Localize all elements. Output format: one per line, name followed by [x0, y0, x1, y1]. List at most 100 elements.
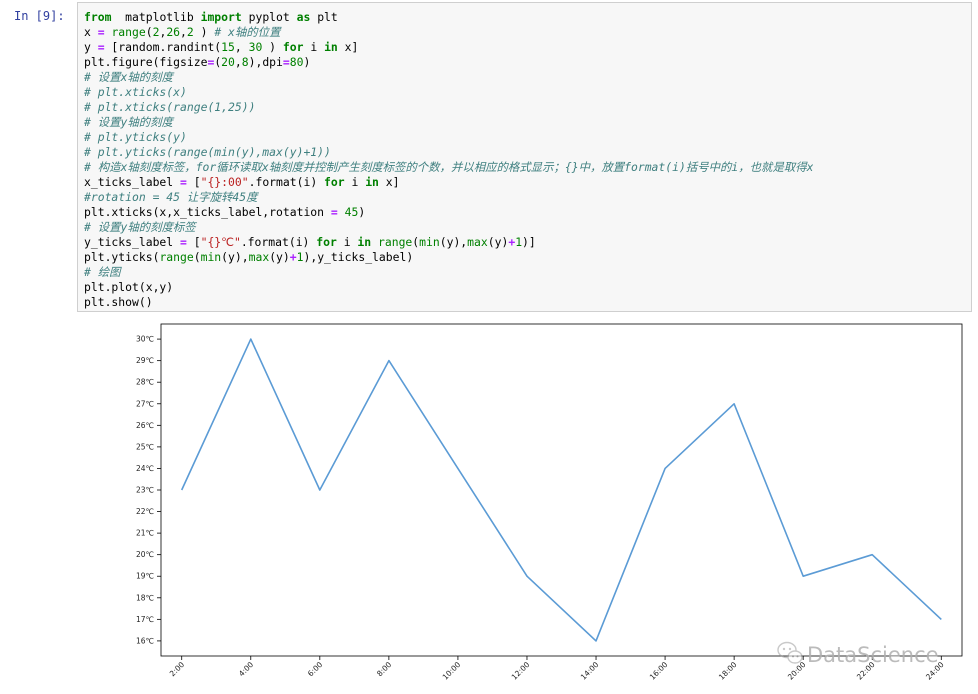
code-token: plt.show(): [84, 295, 153, 309]
code-token: 20: [221, 55, 235, 69]
code-token: =: [97, 40, 105, 54]
code-token: .format(i): [248, 175, 325, 189]
x-tick-label: 8:00: [375, 660, 393, 678]
code-token: # 构造x轴刻度标签，for循环读取x轴刻度并控制产生刻度标签的个数，并以相应的…: [84, 160, 814, 174]
code-token: 80: [289, 55, 304, 69]
code-token: 2: [186, 25, 194, 39]
code-token: x]: [337, 40, 359, 54]
code-token: pyplot: [241, 10, 297, 24]
code-line: plt.yticks(range(min(y),max(y)+1),y_tick…: [84, 250, 813, 265]
code-token: # plt.xticks(range(1,25)): [84, 100, 256, 114]
code-token: in: [365, 175, 379, 189]
x-tick-label: 16:00: [648, 660, 670, 682]
code-token: =: [330, 205, 338, 219]
plot-frame: [160, 323, 963, 657]
code-token: [random.randint(: [104, 40, 222, 54]
y-tick-label: 26℃: [136, 421, 154, 430]
y-tick-label: 21℃: [136, 529, 154, 538]
code-cell-editor[interactable]: from matplotlib import pyplot as plt x = …: [77, 2, 972, 312]
y-tick-label: 30℃: [136, 335, 154, 344]
code-token: #rotation = 45 让字旋转45度: [84, 190, 258, 204]
code-token: "{}℃": [200, 235, 241, 249]
code-token: plt.yticks(: [84, 250, 160, 264]
code-token: (y),: [439, 235, 468, 249]
code-token: ,: [234, 55, 242, 69]
data-point: [871, 554, 873, 556]
code-token: y: [84, 40, 98, 54]
code-token: # plt.yticks(range(min(y),max(y)+1)): [84, 145, 331, 159]
code-line: # 设置y轴的刻度: [84, 115, 813, 130]
watermark-text: DataScience: [807, 643, 939, 667]
data-point: [388, 360, 390, 362]
code-token: ,: [234, 40, 249, 54]
code-token: matplotlib: [111, 10, 201, 24]
code-line: # 设置x轴的刻度: [84, 70, 813, 85]
code-token: +: [289, 250, 297, 264]
x-tick-label: 6:00: [306, 660, 324, 678]
x-tick-label: 18:00: [717, 660, 739, 682]
code-token: (: [193, 250, 201, 264]
code-token: i: [303, 40, 325, 54]
code-token: # 设置y轴的刻度标签: [84, 220, 196, 234]
code-token: x: [84, 25, 98, 39]
code-lines: from matplotlib import pyplot as plt x = …: [84, 10, 813, 310]
code-line: plt.figure(figsize=(20,8),dpi=80): [84, 55, 813, 70]
code-line: x = range(2,26,2 ) # x轴的位置: [84, 25, 813, 40]
code-token: max: [467, 235, 488, 249]
code-token: # 设置y轴的刻度: [84, 115, 173, 129]
code-token: min: [419, 235, 440, 249]
code-token: i: [336, 235, 358, 249]
y-tick-label: 18℃: [136, 593, 154, 602]
y-tick-label: 24℃: [136, 464, 154, 473]
data-point: [595, 640, 597, 642]
code-token: 15: [221, 40, 235, 54]
data-point: [664, 468, 666, 470]
data-point: [733, 403, 735, 405]
code-line: # plt.yticks(range(min(y),max(y)+1)): [84, 145, 813, 160]
code-token: x_ticks_label: [84, 175, 181, 189]
code-token: (y): [487, 235, 509, 249]
y-tick-label: 28℃: [136, 378, 154, 387]
code-token: .format(i): [240, 235, 317, 249]
cell-output: 16℃ 17℃ 18℃ 19℃ 20℃ 21℃ 22℃ 23℃ 24℃ 25℃ 26℃ 27℃ 28℃ 2…: [77, 318, 973, 690]
y-tick-label: 17℃: [136, 615, 154, 624]
code-line: #rotation = 45 让字旋转45度: [84, 190, 813, 205]
code-token: 45: [344, 205, 359, 219]
code-token: range: [111, 25, 146, 39]
code-line: plt.show(): [84, 295, 813, 310]
code-token: (: [145, 25, 153, 39]
y-tick-label: 20℃: [136, 550, 154, 559]
code-token: =: [282, 55, 290, 69]
code-token: ): [262, 40, 283, 54]
code-token: ,: [180, 25, 187, 39]
code-line: # plt.xticks(x): [84, 85, 813, 100]
code-line: plt.xticks(x,x_ticks_label,rotation = 45…: [84, 205, 813, 220]
y-tick-label: 25℃: [136, 442, 154, 451]
code-token: # plt.xticks(x): [84, 85, 187, 99]
code-line: x_ticks_label = ["{}:00".format(i) for i…: [84, 175, 813, 190]
y-tick-label: 27℃: [136, 399, 154, 408]
code-token: ): [358, 205, 366, 219]
code-line: # plt.yticks(y): [84, 130, 813, 145]
data-point: [319, 489, 321, 491]
code-token: "{}:00": [200, 175, 249, 189]
code-token: from: [84, 10, 112, 24]
y-tick-label: 23℃: [136, 486, 154, 495]
code-token: plt: [310, 10, 338, 24]
code-token: x]: [378, 175, 400, 189]
code-token: range: [159, 250, 194, 264]
code-token: 30: [248, 40, 263, 54]
code-line: # 设置y轴的刻度标签: [84, 220, 813, 235]
code-token: (y),: [221, 250, 249, 264]
y-tick-label: 19℃: [136, 572, 154, 581]
code-token: for: [316, 235, 337, 249]
code-token: plt.xticks(x,x_ticks_label,rotation: [84, 205, 331, 219]
code-token: max: [248, 250, 270, 264]
code-token: plt.plot(x,y): [84, 280, 174, 294]
code-token: ),y_ticks_label): [303, 250, 414, 264]
code-line: plt.plot(x,y): [84, 280, 813, 295]
code-line: # 构造x轴刻度标签，for循环读取x轴刻度并控制产生刻度标签的个数，并以相应的…: [84, 160, 813, 175]
code-line: # 绘图: [84, 265, 813, 280]
data-point: [181, 489, 183, 491]
